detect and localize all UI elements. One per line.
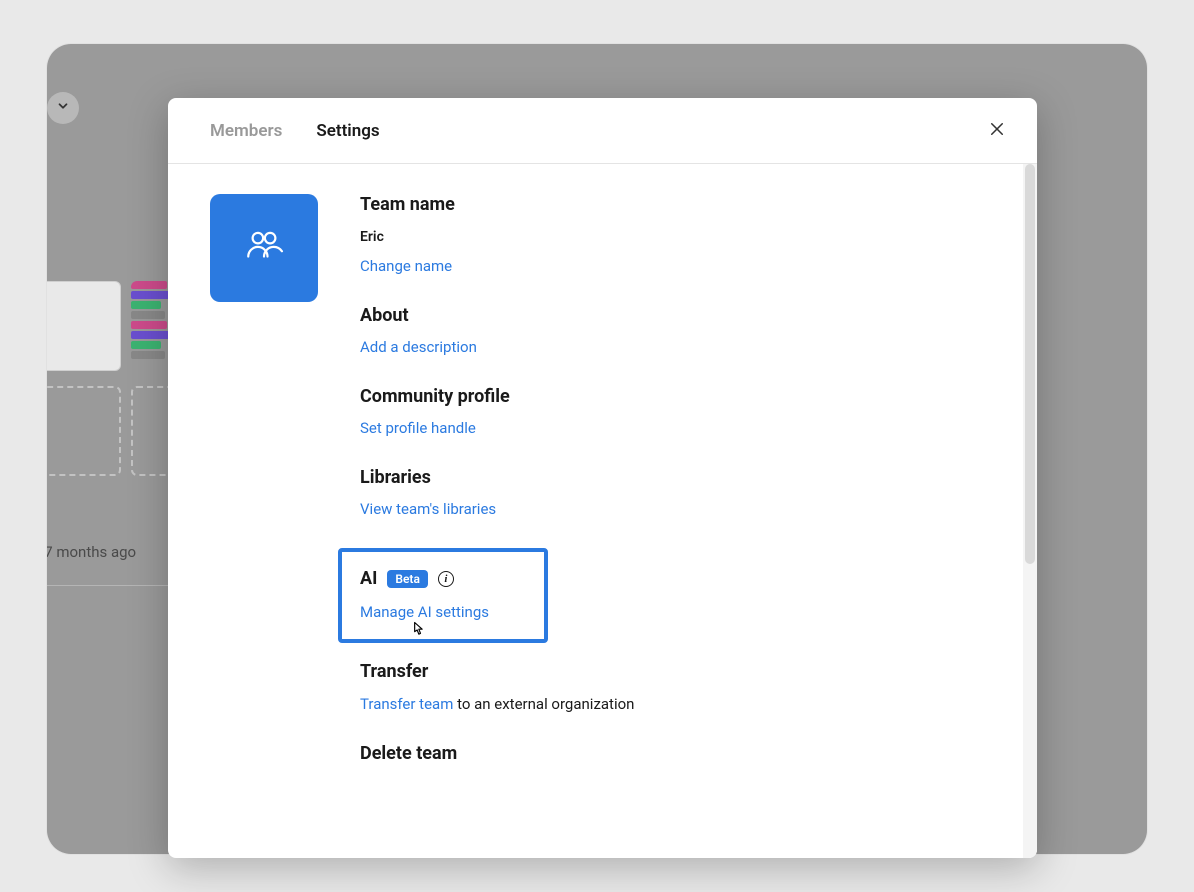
- libraries-heading: Libraries: [360, 467, 995, 488]
- about-heading: About: [360, 305, 995, 326]
- close-icon: [988, 120, 1006, 142]
- settings-modal: Members Settings: [168, 98, 1037, 858]
- modal-body: Team name Eric Change name About Add a d…: [168, 164, 1037, 858]
- add-description-link[interactable]: Add a description: [360, 338, 477, 356]
- window-header: c: [47, 90, 79, 125]
- section-libraries: Libraries View team's libraries: [360, 467, 995, 518]
- chevron-down-icon: [56, 98, 70, 117]
- section-transfer: Transfer Transfer team to an external or…: [360, 661, 995, 713]
- team-name-value: Eric: [360, 229, 995, 245]
- scrollbar-track[interactable]: [1023, 164, 1037, 858]
- tab-settings[interactable]: Settings: [316, 121, 379, 141]
- transfer-team-link[interactable]: Transfer team: [360, 695, 453, 713]
- section-delete-team: Delete team: [360, 743, 995, 764]
- transfer-suffix: to an external organization: [453, 695, 634, 713]
- team-name-heading: Team name: [360, 194, 995, 215]
- section-team-name: Team name Eric Change name: [360, 194, 995, 275]
- tab-members[interactable]: Members: [210, 121, 282, 141]
- settings-sections: Team name Eric Change name About Add a d…: [360, 194, 995, 794]
- ai-heading-label: AI: [360, 568, 377, 589]
- modal-tabs: Members Settings: [210, 121, 380, 141]
- close-button[interactable]: [985, 119, 1009, 143]
- set-profile-handle-link[interactable]: Set profile handle: [360, 419, 476, 437]
- new-file-placeholder[interactable]: [47, 386, 121, 476]
- view-libraries-link[interactable]: View team's libraries: [360, 500, 496, 518]
- beta-badge: Beta: [387, 570, 428, 588]
- change-name-link[interactable]: Change name: [360, 257, 452, 275]
- section-about: About Add a description: [360, 305, 995, 356]
- info-icon[interactable]: i: [438, 571, 454, 587]
- community-heading: Community profile: [360, 386, 995, 407]
- transfer-heading: Transfer: [360, 661, 995, 682]
- ai-section-highlight: AI Beta i Manage AI settings: [338, 548, 548, 643]
- modal-header: Members Settings: [168, 98, 1037, 164]
- title-dropdown-button[interactable]: [47, 92, 79, 124]
- file-thumbnail[interactable]: [47, 281, 121, 371]
- scrollbar-thumb[interactable]: [1025, 164, 1035, 564]
- team-avatar[interactable]: [210, 194, 318, 302]
- cursor-pointer-icon: [408, 620, 428, 640]
- manage-ai-settings-link[interactable]: Manage AI settings: [360, 603, 489, 621]
- section-community-profile: Community profile Set profile handle: [360, 386, 995, 437]
- ai-heading: AI Beta i: [360, 568, 526, 589]
- people-icon: [243, 225, 285, 271]
- delete-team-heading: Delete team: [360, 743, 995, 764]
